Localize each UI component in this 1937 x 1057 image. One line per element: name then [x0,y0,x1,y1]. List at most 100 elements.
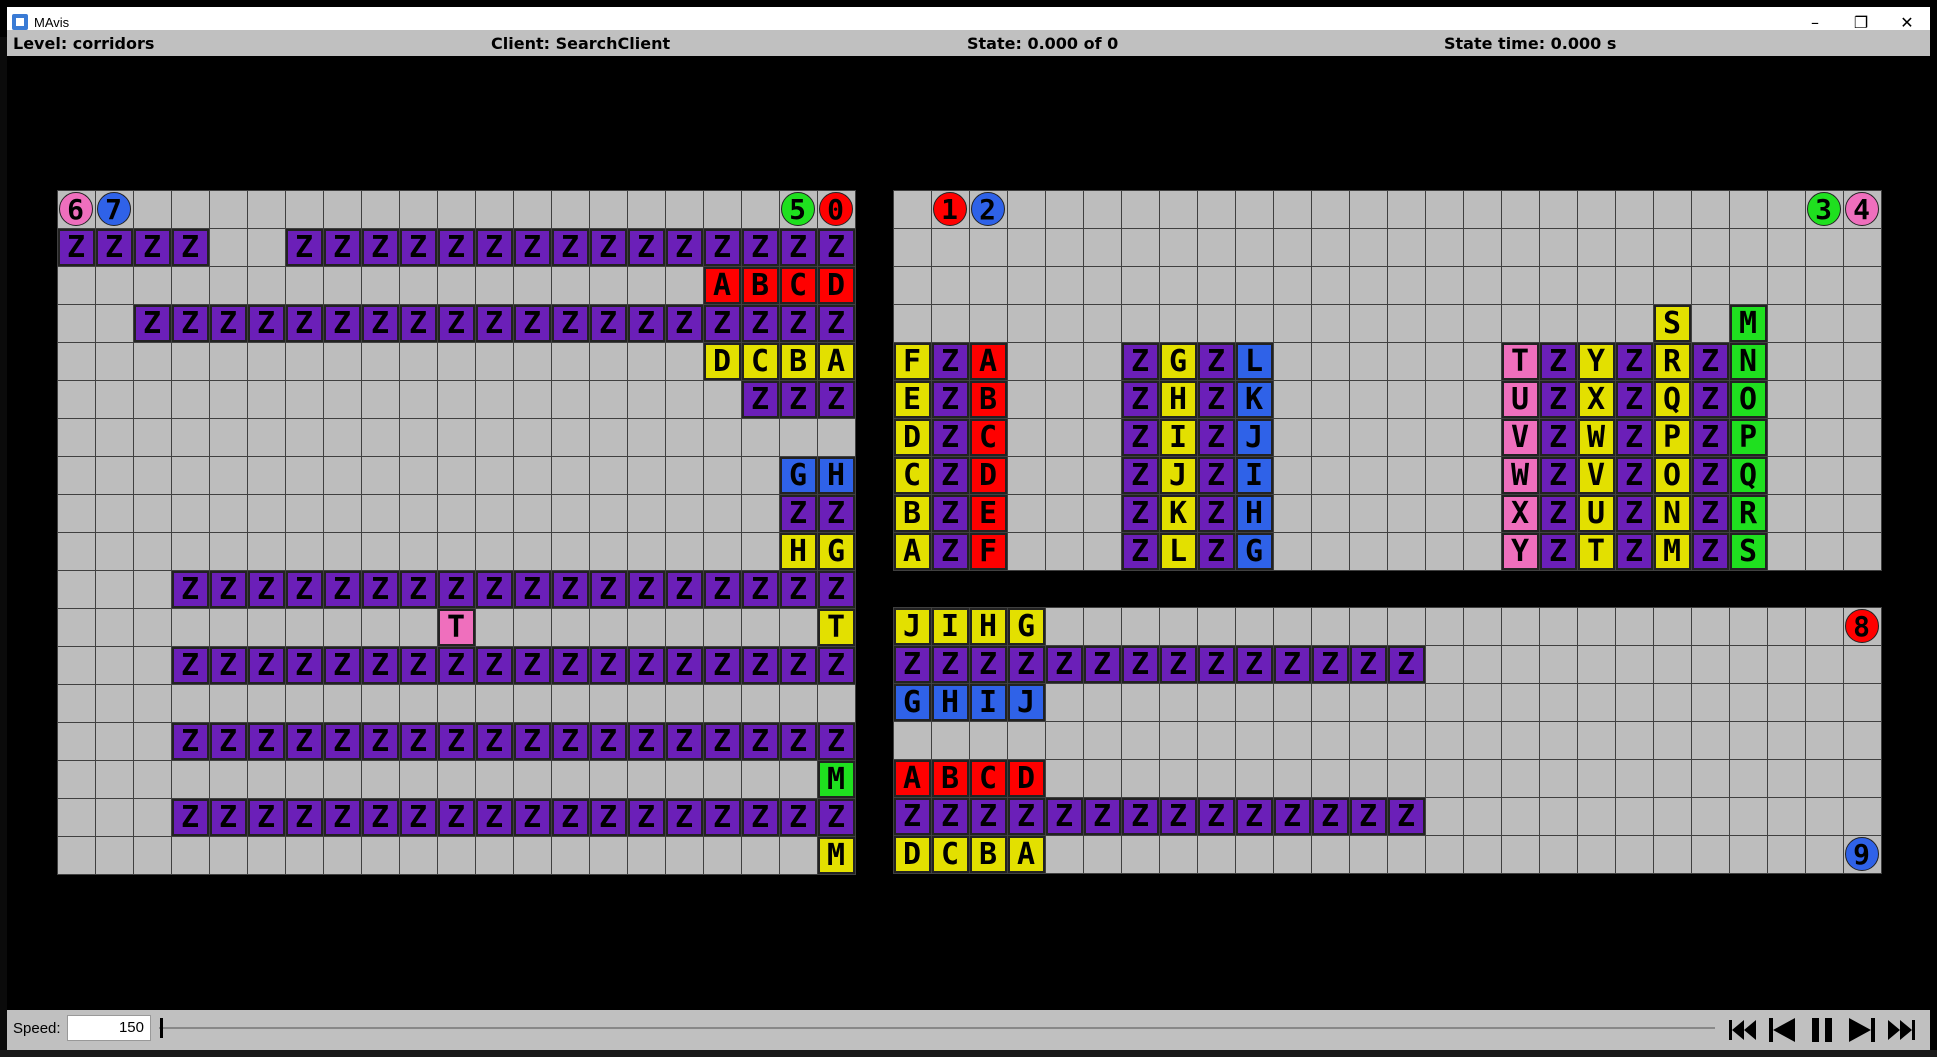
box-m: M [1653,533,1691,570]
floor-cell [1272,835,1312,874]
floor-cell [1272,342,1312,381]
box-e: E [893,381,931,418]
floor-cell [664,418,704,457]
floor-cell [588,494,628,533]
box-z: Z [209,723,247,760]
box-z: Z [817,305,855,342]
floor-cell [474,532,514,571]
box-z: Z [247,571,285,608]
floor-cell [1120,607,1160,646]
floor-cell [56,836,96,875]
box-z: Z [1007,646,1045,683]
floor-cell [56,380,96,419]
box-f: F [893,343,931,380]
floor-cell [1766,380,1806,419]
floor-cell [816,418,856,457]
floor-cell [1462,759,1502,798]
timeline-slider-thumb[interactable] [160,1018,163,1038]
box-u: U [1577,495,1615,532]
level-label: Level: corridors [13,34,155,53]
box-f: F [969,533,1007,570]
box-d: D [969,457,1007,494]
box-z: Z [361,571,399,608]
floor-cell [360,190,400,229]
floor-cell [1044,418,1084,457]
floor-cell [132,684,172,723]
floor-cell [1348,190,1388,229]
floor-cell [132,494,172,533]
floor-cell [626,456,666,495]
box-d: D [1007,760,1045,797]
floor-cell [664,342,704,381]
box-z: Z [779,799,817,836]
floor-cell [740,190,780,229]
floor-cell [1082,494,1122,533]
skip-to-start-icon[interactable] [1725,1015,1759,1045]
floor-cell [1158,190,1198,229]
skip-to-end-icon[interactable] [1885,1015,1919,1045]
floor-cell [208,342,248,381]
floor-cell [1348,683,1388,722]
floor-cell [474,380,514,419]
box-z: Z [741,571,779,608]
box-z: Z [931,457,969,494]
floor-cell [208,494,248,533]
floor-cell [94,570,134,609]
state-time-label: State time: 0.000 s [1444,34,1617,53]
box-z: Z [171,799,209,836]
floor-cell [1424,494,1464,533]
box-z: Z [741,229,779,266]
box-w: W [1501,457,1539,494]
step-forward-icon[interactable] [1845,1015,1879,1045]
left-grid: ZZZZZZZZZZZZZZZZZZZABCDZZZZZZZZZZZZZZZZZ… [56,190,856,875]
box-z: Z [1197,533,1235,570]
box-z: Z [1235,798,1273,835]
step-back-icon[interactable] [1765,1015,1799,1045]
floor-cell [588,532,628,571]
floor-cell [1652,835,1692,874]
floor-cell [1044,759,1084,798]
floor-cell [1804,380,1844,419]
floor-cell [1424,683,1464,722]
floor-cell [1120,721,1160,760]
agent-2: 2 [970,192,1005,226]
floor-cell [1234,721,1274,760]
agent-6: 6 [58,192,93,226]
box-d: D [817,267,855,304]
floor-cell [474,494,514,533]
box-z: Z [209,571,247,608]
timeline-slider[interactable] [159,1027,1715,1029]
floor-cell [1234,266,1274,305]
box-z: Z [133,305,171,342]
floor-cell [1082,228,1122,267]
floor-cell [284,266,324,305]
box-v: V [1501,419,1539,456]
floor-cell [1386,683,1426,722]
floor-cell [588,684,628,723]
floor-cell [1386,759,1426,798]
floor-cell [550,532,590,571]
floor-cell [398,494,438,533]
box-n: N [1653,495,1691,532]
pause-icon[interactable] [1805,1015,1839,1045]
floor-cell [1538,797,1578,836]
box-z: Z [285,799,323,836]
floor-cell [588,836,628,875]
floor-cell [930,228,970,267]
speed-input[interactable]: 150 [67,1015,151,1041]
box-j: J [893,608,931,645]
floor-cell [1386,266,1426,305]
box-z: Z [323,305,361,342]
floor-cell [1006,721,1046,760]
floor-cell [1576,266,1616,305]
box-a: A [1007,836,1045,873]
box-z: Z [1615,343,1653,380]
floor-cell [512,190,552,229]
floor-cell [588,418,628,457]
box-h: H [931,684,969,721]
floor-cell [360,418,400,457]
box-z: Z [1159,646,1197,683]
floor-cell [968,304,1008,343]
floor-cell [512,494,552,533]
floor-cell [1842,532,1882,571]
